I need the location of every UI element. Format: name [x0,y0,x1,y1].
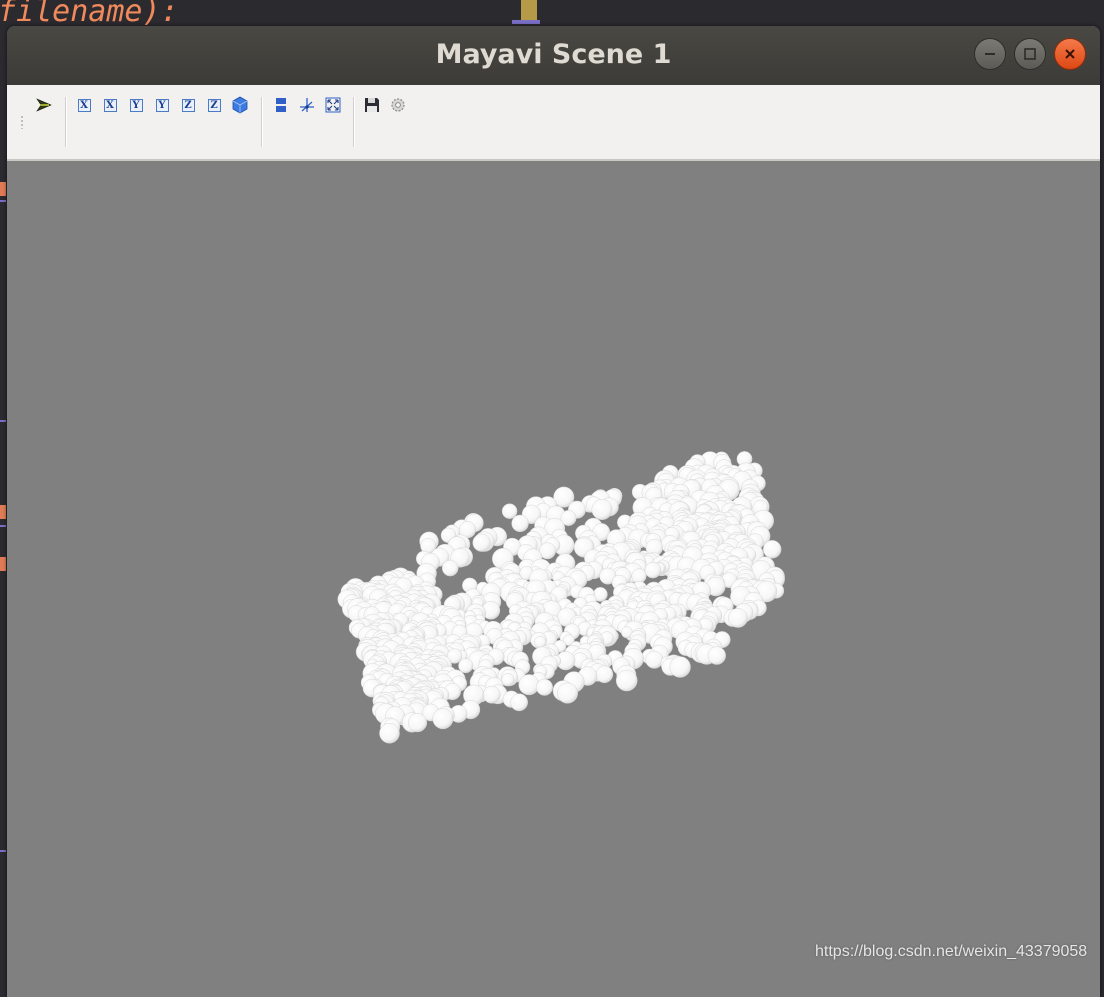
view-x-positive-button[interactable]: X [75,96,93,114]
cloud-point [707,646,726,665]
background-gutter-mark [0,505,6,519]
view-y-positive-button[interactable]: Y [127,96,145,114]
close-icon [1065,49,1075,59]
view-z-positive-icon: Z [181,98,195,112]
maximize-icon [1024,48,1036,60]
full-screen-icon [325,97,341,113]
maximize-button[interactable] [1014,38,1046,70]
scene-toolbar: X X Y Y Z Z [7,85,1100,161]
axes-indicator-icon [300,98,314,112]
title-bar[interactable]: Mayavi Scene 1 [7,26,1100,85]
full-screen-button[interactable] [324,96,342,114]
pick-button[interactable] [35,96,53,114]
mayavi-window: Mayavi Scene 1 X X Y Y Z Z [7,26,1100,997]
cloud-point [669,656,691,678]
cloud-point [501,673,515,687]
background-gutter-mark [0,182,6,196]
view-x-negative-button[interactable]: X [101,96,119,114]
toolbar-separator [65,97,67,147]
save-icon [365,98,379,112]
background-gutter-tick [0,525,6,527]
view-z-positive-button[interactable]: Z [179,96,197,114]
cloud-point [510,693,528,712]
axes-indicator-button[interactable] [298,96,316,114]
background-gutter-tick [0,200,6,202]
view-y-positive-icon: Y [129,98,143,112]
minimize-icon [985,53,995,55]
cloud-point [458,658,474,674]
parallel-projection-button[interactable] [272,96,290,114]
window-title: Mayavi Scene 1 [435,39,672,70]
cloud-point [518,674,540,696]
isometric-view-icon [232,96,248,114]
background-code-line: filename): [0,0,179,29]
cloud-point [536,678,553,696]
save-button[interactable] [363,96,381,114]
view-z-negative-icon: Z [207,98,221,112]
sofa-point-cloud[interactable] [7,161,1100,997]
configure-scene-button[interactable] [389,96,407,114]
cloud-point [432,708,454,730]
cloud-point [631,568,647,584]
cloud-point [615,669,638,692]
toolbar-grip[interactable] [20,115,24,129]
cloud-point [407,713,428,733]
cloud-point [591,499,613,520]
toolbar-separator [261,97,263,147]
parallel-projection-icon [276,98,286,112]
view-y-negative-button[interactable]: Y [153,96,171,114]
view-x-positive-icon: X [77,98,91,112]
cloud-point [482,685,501,704]
cloud-point [728,608,748,628]
background-cursor-marker [512,20,540,24]
close-button[interactable] [1054,38,1086,70]
minimize-button[interactable] [974,38,1006,70]
scene-viewport[interactable] [7,161,1100,997]
cloud-point [557,682,578,704]
toolbar-separator [353,97,355,147]
cloud-point [595,665,614,684]
cloud-point [644,561,662,579]
cloud-point [441,559,459,577]
background-gutter-mark [0,557,6,571]
view-y-negative-icon: Y [155,98,169,112]
cloud-point [501,503,518,519]
background-gutter-tick [0,420,6,422]
cloud-point [763,540,782,559]
configure-scene-icon [391,98,405,112]
background-gutter-tick [0,850,6,852]
cloud-point [511,514,529,533]
cloud-point [379,722,400,744]
watermark-text: https://blog.csdn.net/weixin_43379058 [815,943,1088,960]
pick-arrow-icon [36,98,52,112]
view-z-negative-button[interactable]: Z [205,96,223,114]
view-x-negative-icon: X [103,98,117,112]
isometric-view-button[interactable] [231,96,249,114]
cloud-point [645,650,664,669]
cloud-point [472,533,491,552]
